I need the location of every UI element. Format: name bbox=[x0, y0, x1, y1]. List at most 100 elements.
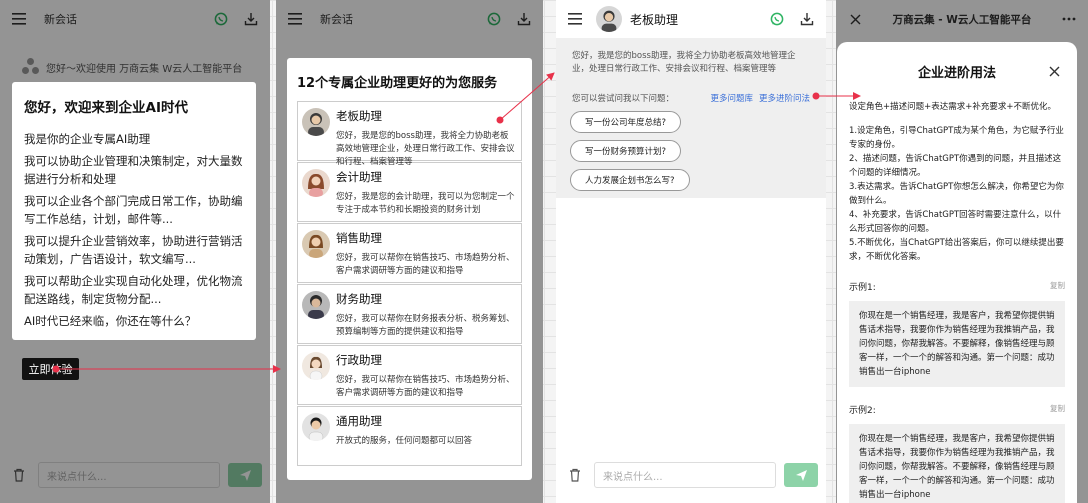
example-header: 示例2: 复制 bbox=[849, 403, 1065, 416]
example-prompt: 你现在是一个销售经理，我是客户，我希望你提供销售话术指导，我要你作为销售经理为我… bbox=[849, 424, 1065, 503]
download-icon[interactable] bbox=[240, 8, 262, 30]
example-label: 示例1: bbox=[849, 283, 876, 293]
assistant-name: 老板助理 bbox=[336, 109, 382, 123]
app-header: 新会话 bbox=[0, 0, 270, 38]
whatsapp-icon[interactable] bbox=[210, 8, 232, 30]
example-label: 示例2: bbox=[849, 406, 876, 416]
menu-icon[interactable] bbox=[284, 8, 306, 30]
suggestion-chip[interactable]: 人力发展企划书怎么写? bbox=[570, 169, 690, 191]
suggestion-header: 您可以尝试问我以下问题： 更多问题库 更多进阶问法 bbox=[572, 92, 810, 104]
message-input[interactable]: 来说点什么... bbox=[594, 462, 776, 488]
trash-icon[interactable] bbox=[564, 464, 586, 486]
header-title: 新会话 bbox=[320, 13, 353, 26]
assistant-item-admin[interactable]: 行政助理 您好，我可以帮你在销售技巧、市场趋势分析、客户需求调研等方面的建议和指… bbox=[297, 345, 522, 405]
assistant-desc: 您好，我是您的boss助理，我将全力协助老板高效地管理企业，处理日常行政工作、安… bbox=[336, 131, 515, 167]
assistant-item-finance[interactable]: 财务助理 您好，我可以帮你在财务报表分析、税务筹划、预算编制等方面的提供建议和指… bbox=[297, 284, 522, 344]
copy-button[interactable]: 复制 bbox=[1050, 280, 1065, 293]
advanced-usage-sheet: 企业进阶用法 设定角色+描述问题+表达需求+补充要求+不断优化。 1.设定角色，… bbox=[837, 42, 1077, 503]
step-text: 3.表达需求。告诉ChatGPT你想怎么解决，你希望它为你做到什么。 bbox=[849, 182, 1064, 206]
message-input[interactable]: 来说点什么... bbox=[38, 462, 220, 488]
intro-line: 我可以企业各个部门完成日常工作，协助编写工作总结，计划，邮件等... bbox=[24, 194, 243, 226]
more-icon[interactable] bbox=[1058, 8, 1080, 30]
input-placeholder: 来说点什么... bbox=[603, 471, 663, 483]
example-prompt: 你现在是一个销售经理，我是客户，我希望你提供销售话术指导，我要你作为销售经理为我… bbox=[849, 301, 1065, 387]
close-icon[interactable] bbox=[1043, 60, 1065, 82]
panel-chat-boss: 老板助理 您好，我是您的boss助理，我将全力协助老板高效地管理企业，处理日常行… bbox=[556, 0, 826, 503]
brand-logo-icon bbox=[22, 58, 40, 76]
intro-line: 我是你的企业专属AI助理 bbox=[24, 132, 151, 146]
send-icon bbox=[795, 469, 807, 481]
assistant-list-heading: 12个专属企业助理更好的为您服务 bbox=[297, 76, 498, 91]
close-icon[interactable] bbox=[844, 8, 866, 30]
header-title: 新会话 bbox=[44, 13, 77, 26]
send-icon bbox=[239, 469, 251, 481]
download-icon[interactable] bbox=[796, 8, 818, 30]
input-bar: 来说点什么... bbox=[0, 447, 270, 503]
avatar bbox=[302, 413, 330, 441]
try-now-button[interactable]: 立即体验 bbox=[22, 358, 79, 380]
send-button[interactable] bbox=[784, 463, 818, 487]
welcome-line: 您好～欢迎使用 万商云集 W云人工智能平台 bbox=[22, 58, 242, 76]
example-header: 示例1: 复制 bbox=[849, 280, 1065, 293]
sheet-title: 企业进阶用法 bbox=[917, 65, 996, 81]
assistant-desc: 您好，我可以帮你在销售技巧、市场趋势分析、客户需求调研等方面的建议和指导 bbox=[336, 375, 515, 398]
avatar bbox=[302, 230, 330, 258]
assistant-name: 财务助理 bbox=[336, 292, 382, 306]
avatar bbox=[302, 169, 330, 197]
intro-card: 您好，欢迎来到企业AI时代 我是你的企业专属AI助理 我可以协助企业管理和决策制… bbox=[12, 82, 256, 340]
try-label: 您可以尝试问我以下问题： bbox=[572, 94, 675, 104]
send-button[interactable] bbox=[228, 463, 262, 487]
intro-line: AI时代已经来临，你还在等什么？ bbox=[24, 314, 197, 328]
assistant-item-general[interactable]: 通用助理 开放式的服务，任何问题都可以回答 bbox=[297, 406, 522, 466]
assistant-item-sales[interactable]: 销售助理 您好，我可以帮你在销售技巧、市场趋势分析、客户需求调研等方面的建议和指… bbox=[297, 223, 522, 283]
assistant-name: 通用助理 bbox=[336, 414, 382, 428]
avatar bbox=[302, 291, 330, 319]
copy-button[interactable]: 复制 bbox=[1050, 403, 1065, 416]
assistant-item-boss[interactable]: 老板助理 您好，我是您的boss助理，我将全力协助老板高效地管理企业，处理日常行… bbox=[297, 101, 522, 167]
menu-icon[interactable] bbox=[564, 8, 586, 30]
panel-welcome: 新会话 您好～欢迎使用 万商云集 W云人工智能平台 来说点什么... 您好，欢迎… bbox=[0, 0, 270, 503]
input-bar: 来说点什么... bbox=[556, 447, 826, 503]
assistant-desc: 您好，我可以帮你在财务报表分析、税务筹划、预算编制等方面的提供建议和指导 bbox=[336, 314, 515, 337]
input-placeholder: 来说点什么... bbox=[47, 471, 107, 483]
app-header: 万商云集 - W云人工智能平台 bbox=[836, 0, 1088, 38]
assistant-desc: 您好，我是您的会计助理，我可以为您制定一个专注于成本节约和长期投资的财务计划 bbox=[336, 192, 515, 215]
step-text: 5.不断优化，当ChatGPT给出答案后，你可以继续提出要求，不断优化答案。 bbox=[849, 238, 1064, 262]
app-header: 新会话 bbox=[276, 0, 543, 38]
panel-advanced-usage: 万商云集 - W云人工智能平台 企业进阶用法 设定角色+描述问题+表达需求+补充… bbox=[836, 0, 1088, 503]
assistant-name: 行政助理 bbox=[336, 353, 382, 367]
whatsapp-icon[interactable] bbox=[483, 8, 505, 30]
avatar bbox=[302, 352, 330, 380]
intro-line: 我可以协助企业管理和决策制定，对大量数据进行分析和处理 bbox=[24, 154, 243, 186]
header-title: 万商云集 - W云人工智能平台 bbox=[892, 13, 1032, 26]
menu-icon[interactable] bbox=[8, 8, 30, 30]
suggestion-links: 更多问题库 更多进阶问法 bbox=[704, 92, 810, 104]
avatar bbox=[302, 108, 330, 136]
header-title: 老板助理 bbox=[630, 12, 679, 27]
app-header: 老板助理 bbox=[556, 0, 826, 38]
assistant-desc: 您好，我可以帮你在销售技巧、市场趋势分析、客户需求调研等方面的建议和指导 bbox=[336, 253, 515, 276]
welcome-text: 您好～欢迎使用 万商云集 W云人工智能平台 bbox=[46, 63, 243, 75]
assistant-list-card: 12个专属企业助理更好的为您服务 老板助理 您好，我是您的boss助理，我将全力… bbox=[287, 58, 532, 480]
suggestion-chip[interactable]: 写一份财务预算计划? bbox=[570, 140, 682, 162]
step-text: 2、描述问题，告诉ChatGPT你遇到的问题，并且描述这个问题的详细情况。 bbox=[849, 154, 1062, 178]
whatsapp-icon[interactable] bbox=[766, 8, 788, 30]
step-text: 1.设定角色，引导ChatGPT成为某个角色，为它赋予行业专家的身份。 bbox=[849, 126, 1064, 150]
download-icon[interactable] bbox=[513, 8, 535, 30]
assistant-name: 销售助理 bbox=[336, 231, 382, 245]
assistant-item-accountant[interactable]: 会计助理 您好，我是您的会计助理，我可以为您制定一个专注于成本节约和长期投资的财… bbox=[297, 162, 522, 222]
trash-icon[interactable] bbox=[8, 464, 30, 486]
more-questions-link[interactable]: 更多问题库 bbox=[710, 94, 753, 104]
assistant-avatar bbox=[596, 6, 622, 32]
intro-heading: 您好，欢迎来到企业AI时代 bbox=[24, 100, 188, 116]
advanced-usage-link[interactable]: 更多进阶问法 bbox=[759, 94, 810, 104]
panel-assistant-list: 新会话 12个专属企业助理更好的为您服务 老板助理 您好，我是您的boss助理，… bbox=[276, 0, 543, 503]
intro-line: 我可以提升企业营销效率，协助进行营销活动策划，广告语设计，软文编写... bbox=[24, 234, 243, 266]
assistant-greeting: 您好，我是您的boss助理，我将全力协助老板高效地管理企业，处理日常行政工作、安… bbox=[572, 51, 796, 74]
chat-area: 您好，我是您的boss助理，我将全力协助老板高效地管理企业，处理日常行政工作、安… bbox=[556, 38, 826, 198]
assistant-name: 会计助理 bbox=[336, 170, 382, 184]
suggestion-chip[interactable]: 写一份公司年度总结? bbox=[570, 111, 682, 133]
step-text: 4、补充要求，告诉ChatGPT回答时需要注意什么，以什么形式回答你的问题。 bbox=[849, 210, 1062, 234]
sheet-header: 企业进阶用法 bbox=[849, 42, 1065, 100]
formula-text: 设定角色+描述问题+表达需求+补充要求+不断优化。 bbox=[849, 102, 1056, 112]
